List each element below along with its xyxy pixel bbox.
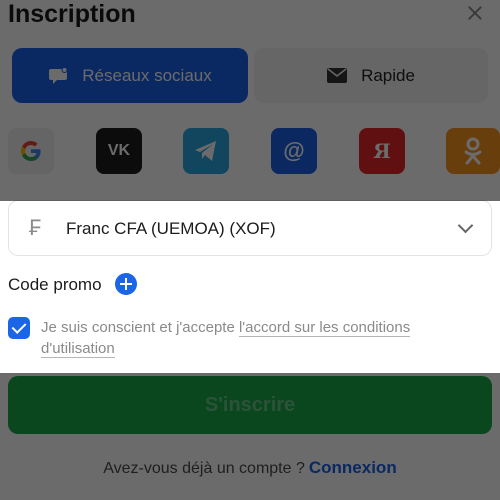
currency-value: Franc CFA (UEMOA) (XOF): [66, 219, 276, 238]
chevron-down-icon: [457, 217, 474, 234]
franc-icon: ₣: [29, 215, 42, 240]
google-icon: [21, 141, 41, 161]
vk-login-button[interactable]: VK: [96, 128, 142, 174]
mail-login-button[interactable]: @: [271, 128, 317, 174]
consent-statement: Je suis conscient et j'accepte: [41, 319, 239, 336]
at-icon: @: [283, 138, 305, 163]
consent-checkbox[interactable]: [8, 317, 30, 339]
yandex-login-button[interactable]: Я: [359, 128, 405, 174]
telegram-icon: [195, 141, 216, 161]
registration-page: Inscription Réseaux sociaux Rapide VK @ …: [0, 0, 500, 500]
page-title: Inscription: [8, 0, 136, 28]
currency-select[interactable]: ₣ Franc CFA (UEMOA) (XOF): [8, 200, 492, 256]
close-icon[interactable]: [466, 4, 484, 22]
ok-login-button[interactable]: [446, 128, 500, 174]
google-login-button[interactable]: [8, 128, 54, 174]
tab-quick[interactable]: Rapide: [254, 48, 488, 103]
odnoklassniki-icon: [464, 137, 482, 165]
yandex-icon: Я: [373, 139, 391, 163]
login-prompt: Avez-vous déjà un compte ? Connexion: [0, 458, 500, 478]
login-link[interactable]: Connexion: [309, 458, 397, 477]
signup-button[interactable]: S'inscrire: [8, 376, 492, 434]
chat-bubble-icon: [48, 66, 68, 85]
vk-icon: VK: [107, 142, 131, 159]
telegram-login-button[interactable]: [183, 128, 229, 174]
tab-quick-label: Rapide: [361, 65, 415, 85]
envelope-icon: [327, 68, 348, 83]
consent-text: Je suis conscient et j'accepte l'accord …: [41, 317, 481, 359]
add-promo-icon[interactable]: [115, 273, 137, 295]
login-question: Avez-vous déjà un compte ?: [103, 460, 305, 477]
tab-social-label: Réseaux sociaux: [82, 65, 212, 85]
tab-social-networks[interactable]: Réseaux sociaux: [12, 48, 248, 103]
promo-code-label[interactable]: Code promo: [8, 275, 102, 295]
